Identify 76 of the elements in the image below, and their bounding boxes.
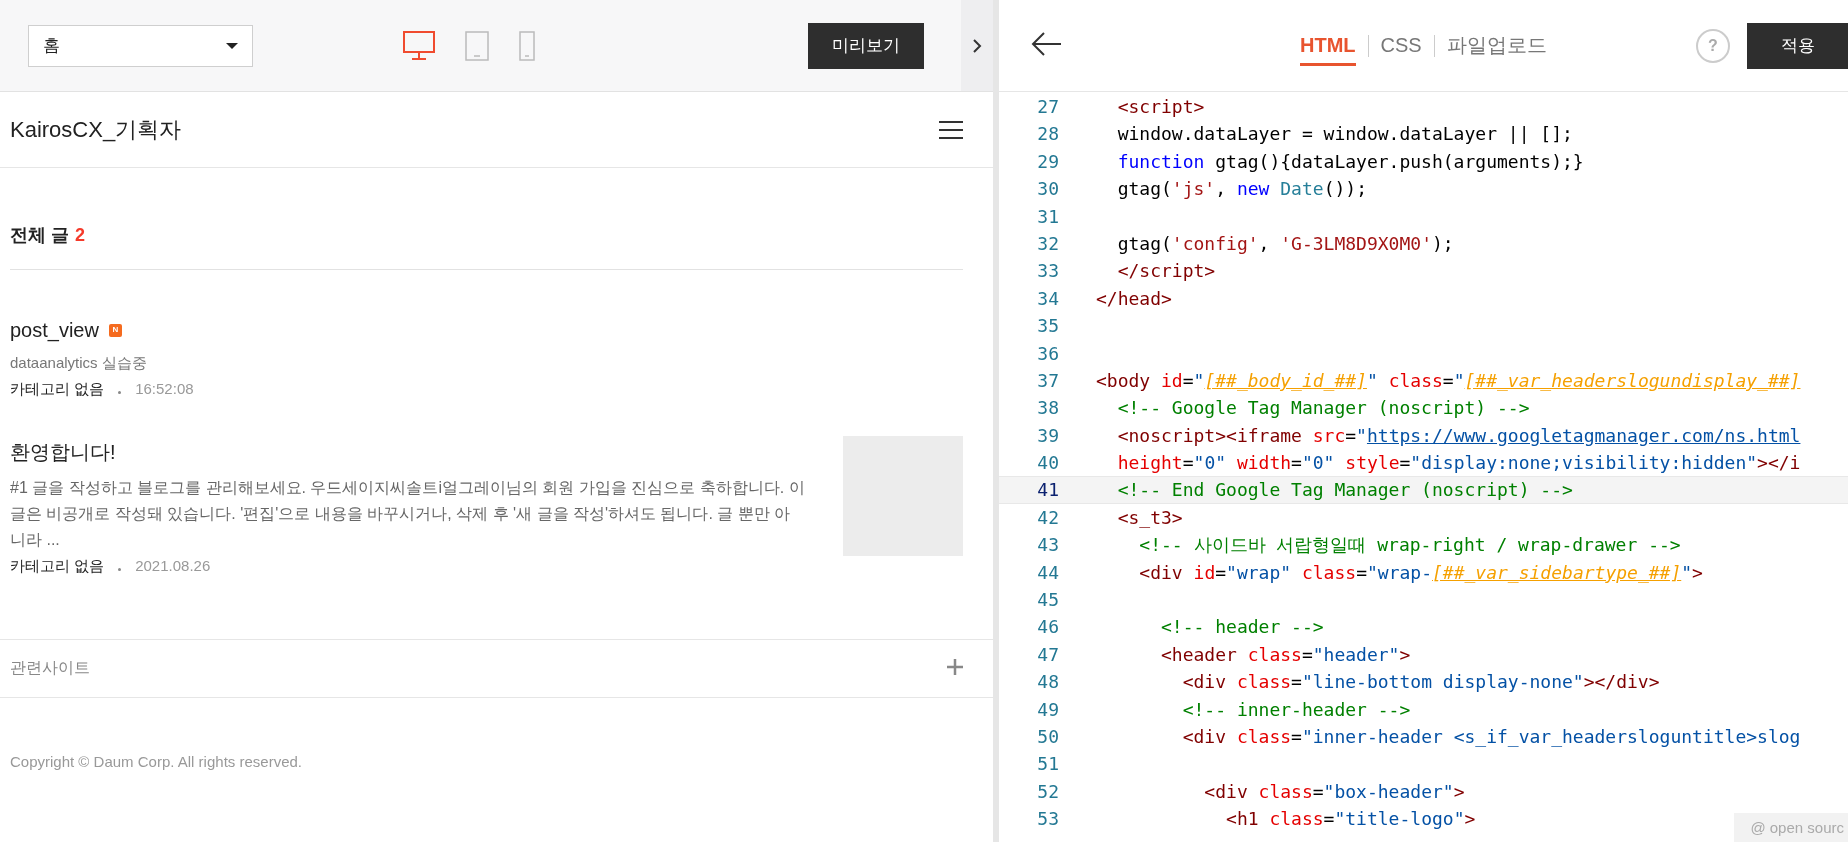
section-title: 전체 글 <box>10 224 69 247</box>
post-excerpt: #1 글을 작성하고 블로그를 관리해보세요. 우드세이지씨솔트i얼그레이님의 회원 가입을 진심으로 축하합니다. 이 글은 비공개로 작성돼 있습니다. '편집'으로 내용을 바꾸시거나, 삭제 후 '새 글을 작성'하셔도 됩니다. 글 뿐만 아니라 ... <box>10 478 805 550</box>
line-number: 32 <box>1036 231 1059 256</box>
line-number: 46 <box>1036 615 1059 640</box>
line-number: 31 <box>1036 204 1059 229</box>
code-line: <!-- inner-header --> <box>1181 697 1411 722</box>
code-line: </head> <box>1096 286 1172 311</box>
code-line: <!-- header --> <box>1160 615 1324 640</box>
post-category[interactable]: 카테고리 없음 <box>10 553 105 579</box>
separator-dot <box>118 390 122 394</box>
code-line: <!-- Google Tag Manager (noscript) --> <box>1116 396 1530 421</box>
code-line: <header class="header"> <box>1160 642 1411 667</box>
code-line: gtag('config', 'G-3LM8D9X0M0'); <box>1116 231 1454 256</box>
line-number: 30 <box>1036 177 1059 202</box>
post-title[interactable]: post_view <box>10 316 99 344</box>
code-line: <!-- End Google Tag Manager (noscript) --> <box>1116 478 1573 503</box>
line-number: 48 <box>1036 670 1059 695</box>
caret-icon <box>226 42 238 49</box>
desktop-icon[interactable] <box>403 31 435 60</box>
related-sites-label: 관련사이트 <box>10 658 90 678</box>
code-line: </script> <box>1116 259 1216 284</box>
code-line: <noscript><iframe src="https://www.googletagmanager.com/ns.html <box>1116 423 1801 448</box>
post-category[interactable]: 카테고리 없음 <box>10 376 105 402</box>
line-number: 38 <box>1036 396 1059 421</box>
apply-button[interactable]: 적용 <box>1747 22 1848 69</box>
post-time: 16:52:08 <box>135 379 194 399</box>
code-line: gtag('js', new Date()); <box>1116 177 1367 202</box>
line-number: 44 <box>1036 560 1059 585</box>
post-time: 2021.08.26 <box>135 556 211 576</box>
code-line: <s_t3> <box>1116 505 1183 530</box>
code-line: <div class="inner-header <s_if_var_headersloguntitle>slog <box>1181 725 1801 749</box>
line-number: 27 <box>1036 95 1059 119</box>
code-line: <script> <box>1116 95 1205 119</box>
new-badge: N <box>108 323 122 337</box>
line-number: 42 <box>1036 505 1059 530</box>
line-number: 45 <box>1036 588 1059 613</box>
line-number: 35 <box>1036 314 1059 339</box>
menu-icon[interactable] <box>939 120 963 139</box>
blog-title[interactable]: KairosCX_기획자 <box>10 114 182 145</box>
editor-tab[interactable]: HTML <box>1300 25 1356 66</box>
separator-dot <box>118 567 122 571</box>
code-line: <div id="wrap" class="wrap-[##_var_sidebartype_##]"> <box>1138 560 1703 585</box>
line-number: 50 <box>1036 725 1059 749</box>
line-number: 47 <box>1036 642 1059 667</box>
chevron-icon <box>972 38 982 53</box>
line-number: 29 <box>1036 149 1059 174</box>
preview-button[interactable]: 미리보기 <box>808 22 924 69</box>
line-number: 51 <box>1036 752 1059 777</box>
code-line: window.dataLayer = window.dataLayer || []; <box>1116 122 1573 147</box>
line-number: 40 <box>1036 451 1059 476</box>
line-number: 34 <box>1036 286 1059 311</box>
line-number: 53 <box>1036 807 1059 832</box>
editor-tab[interactable]: CSS <box>1380 25 1422 66</box>
line-number: 43 <box>1036 533 1059 558</box>
line-number: 37 <box>1036 368 1059 393</box>
expand-button[interactable] <box>947 659 963 678</box>
code-line: <!-- 사이드바 서랍형일때 wrap-right / wrap-drawer --> <box>1138 533 1681 558</box>
line-number: 39 <box>1036 423 1059 448</box>
page-dropdown[interactable]: 홈 <box>28 24 253 67</box>
post-count: 2 <box>75 224 86 247</box>
code-line: <div class="box-header"> <box>1203 779 1465 804</box>
line-number: 33 <box>1036 259 1059 284</box>
code-line: <div class="line-bottom display-none"></div> <box>1181 670 1660 695</box>
copyright-text: Copyright © Daum Corp. All rights reserved. <box>10 752 303 772</box>
line-number: 28 <box>1036 122 1059 147</box>
line-number: 49 <box>1036 697 1059 722</box>
code-line: <body id="[##_body_id_##]" class="[##_var_headerslogundisplay_##] <box>1096 368 1801 393</box>
editor-tab[interactable]: 파일업로드 <box>1446 23 1547 68</box>
code-line: height="0" width="0" style="display:none;visibility:hidden"></i <box>1116 451 1801 476</box>
code-line: function gtag(){dataLayer.push(arguments);} <box>1116 149 1584 174</box>
line-number: 41 <box>1036 478 1059 503</box>
post-title[interactable]: 환영합니다! <box>10 438 116 466</box>
line-number: 36 <box>1036 341 1059 366</box>
post-summary: dataanalytics 실습중 <box>10 353 148 373</box>
line-number: 52 <box>1036 779 1059 804</box>
code-line: <h1 class="title-logo"> <box>1225 807 1476 832</box>
